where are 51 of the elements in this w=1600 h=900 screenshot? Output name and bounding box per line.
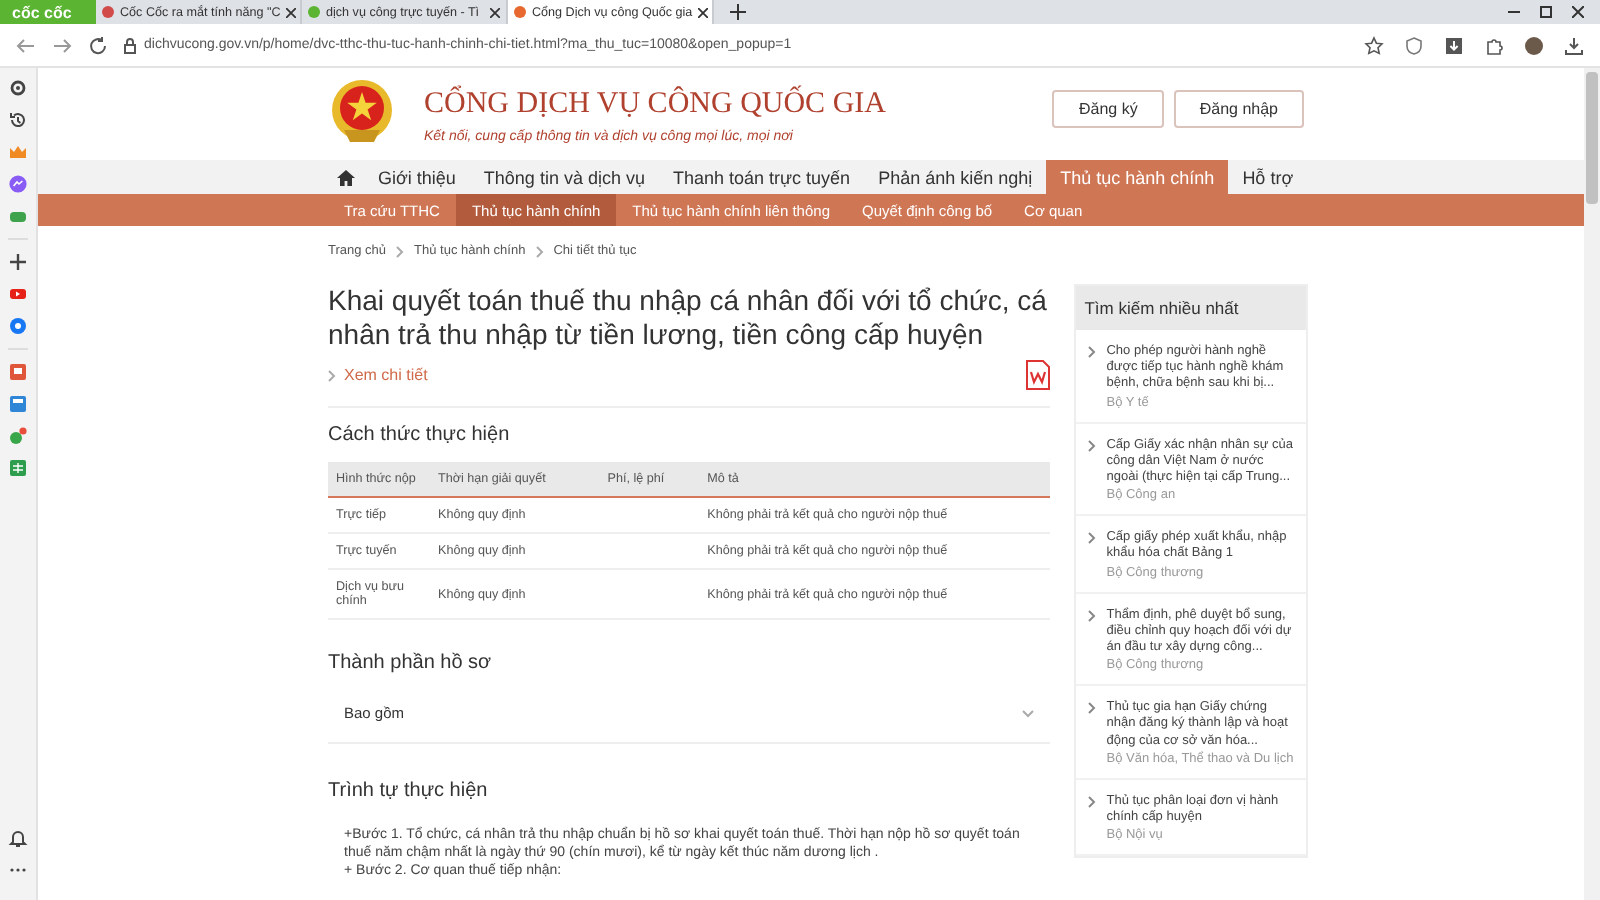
header-button[interactable]: Đăng ký [1052, 89, 1164, 127]
close-tab-icon[interactable] [490, 7, 500, 17]
document-icon[interactable] [1026, 360, 1051, 390]
header-button[interactable]: Đăng nhập [1173, 89, 1304, 127]
nav-tab[interactable]: Giới thiệu [364, 160, 470, 194]
close-tab-icon[interactable] [286, 7, 297, 17]
section-heading: Trình tự thực hiện [328, 780, 490, 802]
chevron-icon [396, 246, 405, 258]
section-heading: Cách thức thực hiện [328, 424, 512, 446]
procedure-title: Khai quyết toán thuế thu nhập cá nhân đối với tổ chức, cá nhân trả thu nhập từ tiền lương, tiền công cấp huyện [328, 284, 1049, 352]
settings-icon[interactable] [8, 78, 28, 98]
chevron-icon [1088, 346, 1097, 358]
nav-tab[interactable]: Hỗ trợ [1228, 160, 1308, 194]
puzzle-icon[interactable] [1484, 35, 1504, 55]
reload-icon[interactable] [88, 35, 108, 55]
video-icon[interactable] [8, 284, 28, 304]
chevron-icon [1088, 439, 1097, 452]
history-icon[interactable] [8, 110, 28, 130]
plus-icon[interactable] [8, 252, 28, 272]
download-icon[interactable] [1564, 35, 1584, 55]
details-link[interactable]: Xem chi tiết [344, 366, 428, 384]
home-icon[interactable] [336, 167, 356, 187]
shield-icon[interactable] [1404, 35, 1424, 55]
close-icon[interactable] [1572, 6, 1584, 18]
minimize-icon[interactable] [1508, 6, 1520, 18]
nav-tab[interactable]: Phản ánh kiến nghị [864, 160, 1047, 194]
close-tab-icon[interactable] [698, 7, 709, 17]
chevron-icon [535, 246, 544, 258]
bell-icon[interactable] [8, 828, 28, 848]
nav-tab[interactable]: Thông tin và dịch vụ [469, 160, 659, 194]
chevron-icon [328, 369, 336, 381]
chevron-down-icon [1022, 709, 1035, 717]
chevron-icon [1088, 702, 1097, 715]
maximize-icon[interactable] [1540, 6, 1552, 18]
app-icon[interactable] [8, 362, 28, 382]
lock-icon [124, 37, 136, 53]
download-box-icon[interactable] [1444, 35, 1464, 55]
chevron-icon [1088, 609, 1097, 622]
chevron-icon [1088, 532, 1097, 545]
avatar-icon[interactable] [1524, 35, 1544, 55]
star-icon[interactable] [1364, 35, 1384, 55]
sheet-icon[interactable] [8, 458, 28, 478]
sidebar-heading: Tìm kiếm nhiều nhất [1076, 286, 1306, 330]
section-heading: Thành phần hồ sơ [328, 652, 494, 674]
back-icon[interactable] [16, 35, 36, 55]
scrollbar[interactable] [1584, 68, 1600, 900]
forward-icon[interactable] [52, 35, 72, 55]
nav-tab[interactable]: Thanh toán trực tuyến [658, 160, 865, 194]
site-title: CỔNG DỊCH VỤ CÔNG QUỐC GIA [424, 88, 888, 122]
chat-bubble-icon[interactable] [8, 174, 28, 194]
chevron-icon [1088, 795, 1097, 808]
